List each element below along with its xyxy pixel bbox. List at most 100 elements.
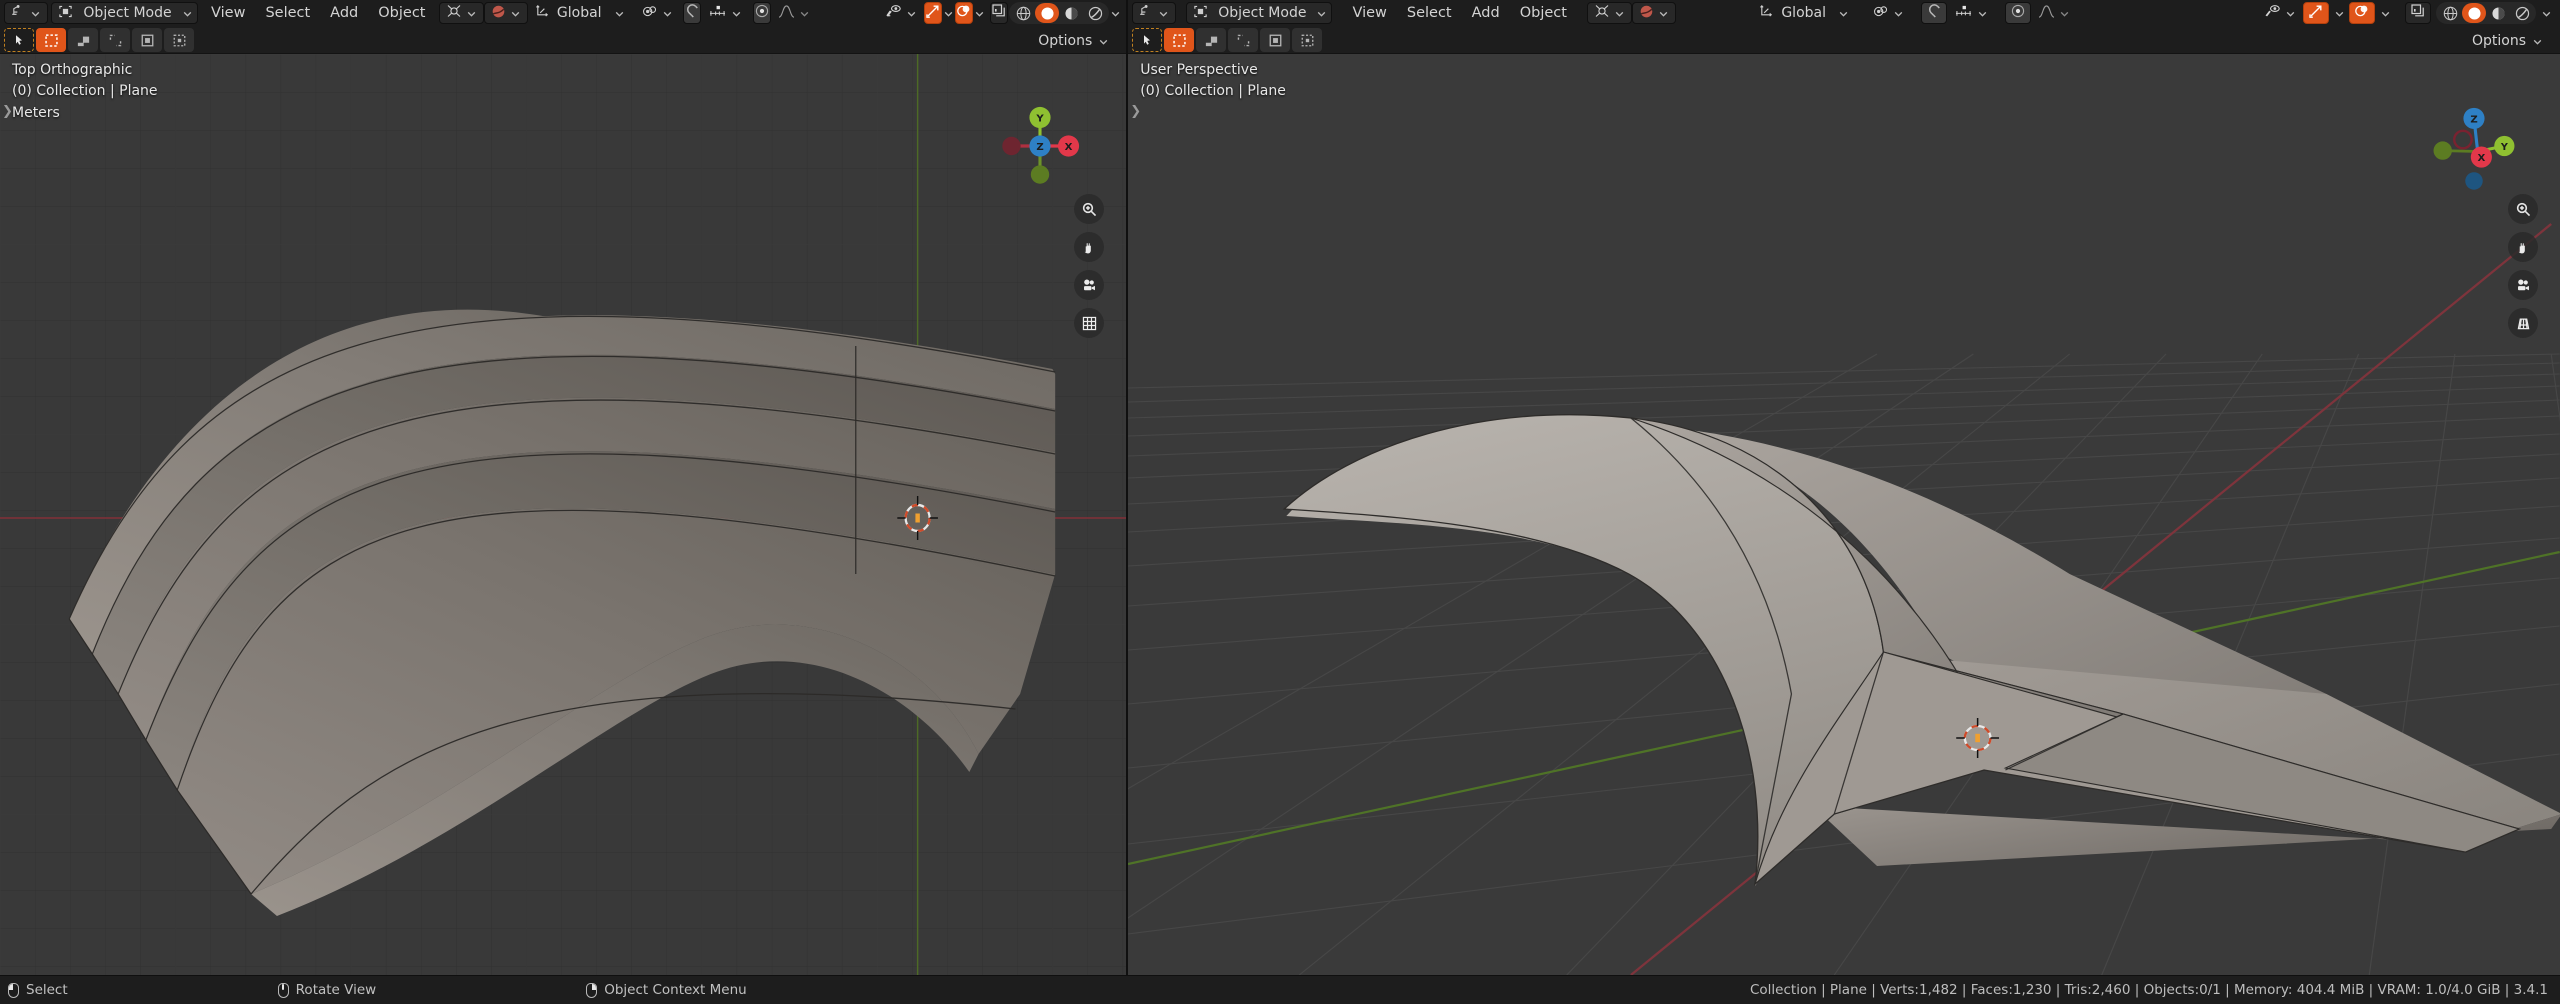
camera-view-button[interactable] xyxy=(2508,270,2538,300)
shading-mode-group[interactable] xyxy=(2436,2,2536,24)
editor-type-button[interactable] xyxy=(4,2,48,24)
zoom-view-button[interactable] xyxy=(2508,194,2538,224)
options-dropdown[interactable]: Options xyxy=(1031,31,1116,51)
pivot-point-button[interactable] xyxy=(635,2,680,24)
shading-blob-button[interactable] xyxy=(483,2,528,24)
menu-object[interactable]: Object xyxy=(1510,2,1577,24)
pan-view-button[interactable] xyxy=(1074,232,1105,262)
menu-view[interactable]: View xyxy=(201,2,255,24)
chevron-down-icon xyxy=(1614,8,1625,19)
viewport-left-canvas[interactable]: Top Orthographic (0) Collection | Plane … xyxy=(0,54,1127,975)
navigation-gizmo-left[interactable]: Y X Z xyxy=(994,100,1086,192)
snap-settings-button[interactable] xyxy=(701,2,749,24)
viewport-left[interactable]: Object Mode View Select Add Object Globa… xyxy=(0,0,1129,975)
shading-rendered[interactable] xyxy=(1083,3,1107,23)
select-circle-tool[interactable] xyxy=(68,28,98,52)
mode-selector[interactable]: Object Mode xyxy=(51,2,198,24)
select-box-tool[interactable] xyxy=(36,28,66,52)
status-hint-label: Object Context Menu xyxy=(604,982,747,998)
sidebar-collapse-arrow-right[interactable]: ❯ xyxy=(1130,104,1141,119)
chevron-down-icon xyxy=(662,8,673,19)
select-mode-button[interactable] xyxy=(438,2,484,24)
menu-select[interactable]: Select xyxy=(255,2,320,24)
proportional-editing-button[interactable] xyxy=(752,2,771,24)
shading-mode-group[interactable] xyxy=(1009,2,1110,24)
shading-wireframe[interactable] xyxy=(2438,3,2462,23)
pivot-point-button[interactable] xyxy=(1866,2,1911,24)
select-extend-tool[interactable] xyxy=(132,28,162,52)
chevron-down-icon xyxy=(2334,8,2345,19)
select-circle-tool[interactable] xyxy=(1196,28,1227,52)
options-dropdown[interactable]: Options xyxy=(2465,31,2550,51)
toggle-perspective-button[interactable] xyxy=(2508,308,2538,338)
shading-material[interactable] xyxy=(2486,3,2510,23)
svg-text:Y: Y xyxy=(2500,142,2509,153)
chevron-down-icon xyxy=(943,8,954,19)
overlays-dropdown[interactable] xyxy=(973,2,986,24)
header-row-main: Object Mode View Select Add Object Globa… xyxy=(4,0,1122,27)
chevron-down-icon xyxy=(614,8,625,19)
snap-settings-button[interactable] xyxy=(1947,2,1995,24)
chevron-down-icon xyxy=(510,8,521,19)
falloff-button[interactable] xyxy=(771,2,817,24)
snap-toggle-button[interactable] xyxy=(683,2,702,24)
toggle-orthographic-button[interactable] xyxy=(1074,308,1105,338)
select-fine-tool[interactable] xyxy=(164,28,194,52)
show-gizmo-button[interactable] xyxy=(2303,2,2329,24)
viewport-left-nav-buttons[interactable] xyxy=(1074,194,1105,338)
menu-select[interactable]: Select xyxy=(1397,2,1462,24)
transform-orientation-button[interactable]: Global xyxy=(528,2,632,24)
snap-increment-icon xyxy=(1954,4,1973,23)
shading-dropdown[interactable] xyxy=(2536,2,2556,24)
zoom-view-button[interactable] xyxy=(1074,194,1105,224)
menu-object[interactable]: Object xyxy=(368,2,435,24)
show-overlays-button[interactable] xyxy=(955,2,974,24)
snap-toggle-button[interactable] xyxy=(1921,2,1947,24)
navigation-gizmo-right[interactable]: Y X Z xyxy=(2428,100,2520,192)
select-lasso-tool[interactable] xyxy=(100,28,130,52)
shading-solid[interactable] xyxy=(1035,3,1060,23)
shading-wireframe[interactable] xyxy=(1011,3,1035,23)
select-lasso-tool[interactable] xyxy=(1228,28,1259,52)
select-fine-tool[interactable] xyxy=(1292,28,1323,52)
tool-selector[interactable] xyxy=(4,28,194,52)
tweak-tool[interactable] xyxy=(4,28,34,52)
toggle-xray-button[interactable] xyxy=(2405,2,2431,24)
transform-orientation-button[interactable]: Global xyxy=(1752,2,1856,24)
chevron-down-icon xyxy=(906,8,917,19)
gizmo-dropdown[interactable] xyxy=(2329,2,2349,24)
select-box-tool[interactable] xyxy=(1164,28,1195,52)
tweak-tool[interactable] xyxy=(1132,28,1163,52)
gizmo-dropdown[interactable] xyxy=(942,2,955,24)
mode-selector[interactable]: Object Mode xyxy=(1186,2,1333,24)
tool-selector[interactable] xyxy=(1132,28,1323,52)
shading-rendered[interactable] xyxy=(2510,3,2534,23)
viewport-right[interactable]: Object Mode View Select Add Object Globa… xyxy=(1128,0,2560,975)
shading-solid[interactable] xyxy=(2462,3,2486,23)
show-gizmo-button[interactable] xyxy=(924,2,943,24)
chevron-down-icon xyxy=(1658,8,1669,19)
object-visibility-button[interactable] xyxy=(878,2,924,24)
toggle-xray-button[interactable] xyxy=(989,2,1008,24)
viewport-right-canvas[interactable]: User Perspective (0) Collection | Plane … xyxy=(1128,54,2560,975)
pan-view-button[interactable] xyxy=(2508,232,2538,262)
proportional-editing-button[interactable] xyxy=(2005,2,2031,24)
sidebar-collapse-arrow-left[interactable]: ❯ xyxy=(2,104,13,119)
overlays-dropdown[interactable] xyxy=(2375,2,2395,24)
editor-type-button[interactable] xyxy=(1132,2,1177,24)
select-extend-tool[interactable] xyxy=(1260,28,1291,52)
shading-dropdown[interactable] xyxy=(1109,2,1122,24)
viewport-right-nav-buttons[interactable] xyxy=(2508,194,2538,338)
menu-add[interactable]: Add xyxy=(320,2,368,24)
select-mode-button[interactable] xyxy=(1586,2,1632,24)
chevron-down-icon xyxy=(1110,8,1121,19)
gizmo-arrow-icon xyxy=(925,3,941,23)
shading-material[interactable] xyxy=(1059,3,1083,23)
menu-add[interactable]: Add xyxy=(1462,2,1510,24)
falloff-button[interactable] xyxy=(2031,2,2077,24)
object-visibility-button[interactable] xyxy=(2257,2,2303,24)
shading-blob-button[interactable] xyxy=(1631,2,1676,24)
show-overlays-button[interactable] xyxy=(2349,2,2375,24)
menu-view[interactable]: View xyxy=(1342,2,1396,24)
camera-view-button[interactable] xyxy=(1074,270,1105,300)
